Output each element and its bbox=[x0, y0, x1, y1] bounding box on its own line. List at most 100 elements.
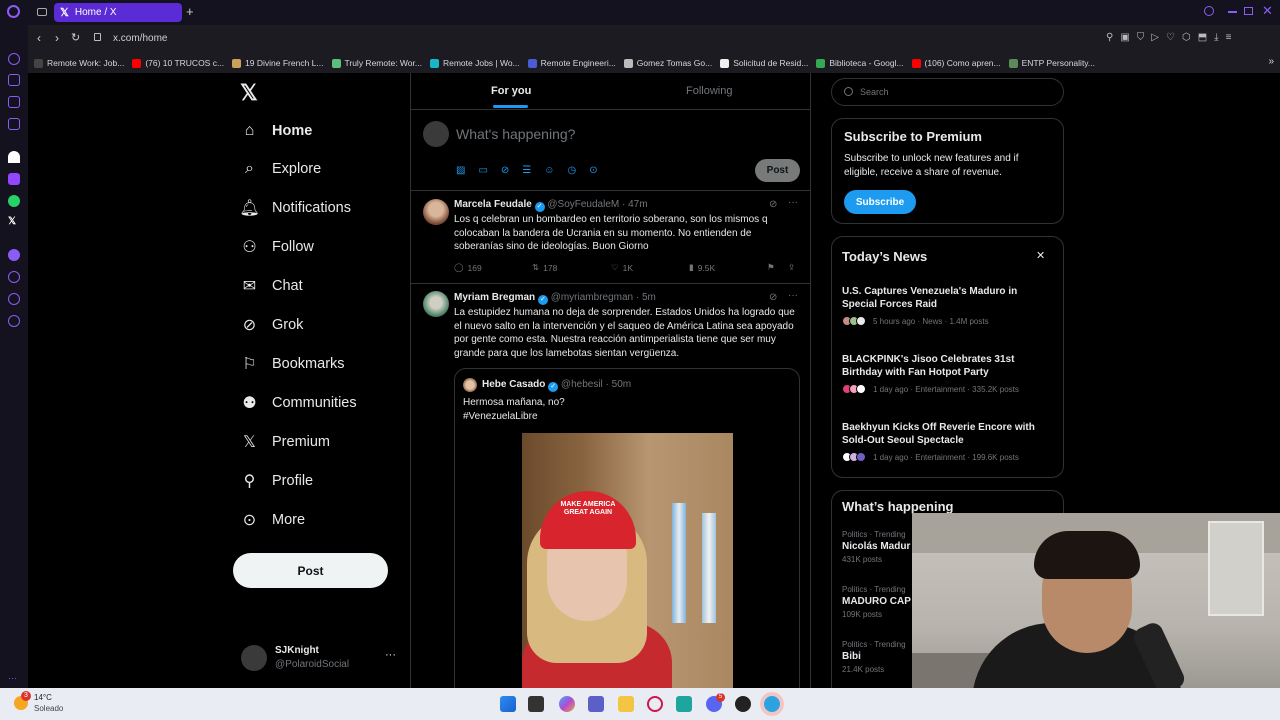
bookmark-item[interactable]: Remote Jobs | Wo... bbox=[429, 58, 520, 68]
nav-item-notifications[interactable]: 🔔︎ Notifications bbox=[239, 200, 351, 217]
nav-item-follow[interactable]: ⚇ Follow bbox=[241, 239, 314, 256]
location-icon[interactable]: ⊙ bbox=[589, 165, 597, 176]
play-icon[interactable]: ▷ bbox=[1151, 32, 1159, 43]
hashtag-link[interactable]: #VenezuelaLibre bbox=[463, 410, 538, 424]
repost-button[interactable]: ⇅ 178 bbox=[532, 262, 557, 273]
sidebar-history-icon[interactable] bbox=[8, 271, 20, 283]
sidebar-mail-icon[interactable] bbox=[8, 118, 20, 130]
search-input[interactable]: Search bbox=[860, 87, 889, 97]
news-item[interactable]: BLACKPINK's Jisoo Celebrates 31st Birthd… bbox=[842, 353, 1054, 394]
screenshot-icon[interactable]: ▣ bbox=[1120, 32, 1129, 43]
tweet-handle[interactable]: @myriambregman bbox=[551, 292, 633, 303]
back-icon[interactable]: ‹ bbox=[37, 31, 41, 45]
news-item[interactable]: Baekhyun Kicks Off Reverie Encore with S… bbox=[842, 421, 1054, 462]
copilot-icon[interactable] bbox=[559, 696, 575, 712]
sidebar-player-icon[interactable] bbox=[8, 249, 20, 261]
composer-post-button[interactable]: Post bbox=[755, 159, 800, 182]
tweet-handle[interactable]: @SoyFeudaleM bbox=[547, 199, 619, 210]
bookmark-item[interactable]: Solicitud de Resid... bbox=[720, 58, 808, 68]
tweet-author-name[interactable]: Myriam Bregman bbox=[454, 292, 535, 303]
emoji-icon[interactable]: ☺ bbox=[544, 165, 554, 176]
bookmark-item[interactable]: (106) Como apren... bbox=[911, 58, 1001, 68]
close-icon[interactable]: ✕ bbox=[1036, 249, 1045, 262]
opera-icon[interactable] bbox=[647, 696, 663, 712]
bookmark-item[interactable]: 19 Divine French L... bbox=[232, 58, 324, 68]
tab-home[interactable]: 𝕏 Home / X bbox=[54, 3, 182, 22]
account-switcher[interactable]: SJKnight @PolaroidSocial ··· bbox=[241, 643, 401, 675]
sidebar-arc-icon[interactable] bbox=[8, 151, 20, 163]
bookmarks-overflow-icon[interactable]: » bbox=[1268, 56, 1274, 67]
bookmark-item[interactable]: Remote Work: Job... bbox=[34, 58, 124, 68]
sidebar-settings-icon[interactable] bbox=[8, 315, 20, 327]
tweet[interactable]: Myriam Bregman ✓ @myriambregman · 5m ⊘ ·… bbox=[411, 284, 810, 688]
search-box[interactable]: Search bbox=[831, 78, 1064, 106]
sidebar-more-icon[interactable]: ··· bbox=[8, 673, 20, 685]
bookmark-item[interactable]: Gomez Tomas Go... bbox=[623, 58, 712, 68]
sidebar-twitch-icon[interactable] bbox=[8, 173, 20, 185]
heart-icon[interactable]: ♡ bbox=[1166, 32, 1175, 43]
sidebar-aria-icon[interactable] bbox=[8, 74, 20, 86]
teams-icon[interactable] bbox=[588, 696, 604, 712]
nav-item-chat[interactable]: ✉ Chat bbox=[241, 278, 303, 295]
nav-item-communities[interactable]: ⚉ Communities bbox=[241, 394, 356, 412]
shield-icon[interactable]: ⛉ bbox=[1137, 32, 1145, 43]
pin-icon[interactable]: ⚲ bbox=[1106, 32, 1113, 43]
tweet-time[interactable]: · 47m bbox=[622, 199, 648, 210]
nav-item-bookmarks[interactable]: ⚐ Bookmarks bbox=[241, 355, 344, 373]
nav-item-profile[interactable]: ⚲ Profile bbox=[241, 472, 313, 490]
task-view-icon[interactable] bbox=[528, 696, 544, 712]
url-field[interactable]: x.com/home bbox=[113, 33, 167, 44]
tweet-more-icon[interactable]: ··· bbox=[788, 197, 798, 208]
sidebar-news-icon[interactable] bbox=[8, 96, 20, 108]
opera-logo-icon[interactable] bbox=[7, 5, 20, 18]
sidebar-x-icon[interactable]: 𝕏 bbox=[8, 216, 20, 228]
poll-icon[interactable]: ☰ bbox=[522, 165, 531, 176]
tweet-more-icon[interactable]: ··· bbox=[788, 290, 798, 301]
file-explorer-icon[interactable] bbox=[618, 696, 634, 712]
tweet-author-name[interactable]: Marcela Feudale bbox=[454, 199, 532, 210]
nav-item-explore[interactable]: ⌕ Explore bbox=[241, 160, 321, 178]
bookmark-item[interactable]: (76) 10 TRUCOS c... bbox=[132, 58, 224, 68]
grok-explain-icon[interactable]: ⊘ bbox=[769, 199, 777, 210]
sidebar-ai-icon[interactable] bbox=[8, 53, 20, 65]
quoted-tweet[interactable]: Hebe Casado ✓ @hebesil · 50m Hermosa mañ… bbox=[454, 368, 800, 688]
minimize-icon[interactable] bbox=[1228, 11, 1237, 13]
maximize-icon[interactable] bbox=[1244, 7, 1253, 15]
start-icon[interactable] bbox=[500, 696, 516, 712]
views-button[interactable]: ▮ 9.5K bbox=[689, 262, 715, 273]
extensions-icon[interactable]: ⬡ bbox=[1182, 32, 1191, 43]
box-icon[interactable]: ⬒ bbox=[1198, 32, 1207, 43]
search-tabs-icon[interactable] bbox=[1204, 6, 1214, 16]
bookmark-item[interactable]: ENTP Personality... bbox=[1008, 58, 1095, 68]
nav-item-premium[interactable]: 𝕏 Premium bbox=[241, 433, 330, 451]
grok-explain-icon[interactable]: ⊘ bbox=[769, 292, 777, 303]
quote-photo[interactable]: MAKE AMERICA GREAT AGAIN bbox=[522, 433, 733, 688]
menu-icon[interactable]: ≡ bbox=[1226, 32, 1232, 43]
weather-temp[interactable]: 14°C bbox=[34, 693, 52, 702]
notepad-icon[interactable] bbox=[676, 696, 692, 712]
composer-input[interactable]: What's happening? bbox=[456, 126, 575, 142]
reply-button[interactable]: ◯ 169 bbox=[454, 262, 482, 273]
tab-following[interactable]: Following bbox=[686, 85, 732, 97]
account-more-icon[interactable]: ··· bbox=[385, 649, 396, 661]
x-logo-icon[interactable]: 𝕏 bbox=[240, 80, 258, 106]
nav-item-more[interactable]: ⊙ More bbox=[241, 511, 305, 529]
tweet-time[interactable]: · 5m bbox=[636, 292, 656, 303]
nav-item-grok[interactable]: ⊘ Grok bbox=[241, 317, 304, 334]
download-icon[interactable]: ⤓ bbox=[1214, 32, 1218, 43]
sidebar-whatsapp-icon[interactable] bbox=[8, 195, 20, 207]
post-button[interactable]: Post bbox=[233, 553, 388, 588]
like-button[interactable]: ♡ 1K bbox=[611, 262, 633, 273]
news-item[interactable]: U.S. Captures Venezuela's Maduro in Spec… bbox=[842, 285, 1054, 326]
sidebar-extensions-icon[interactable] bbox=[8, 293, 20, 305]
close-window-icon[interactable]: ✕ bbox=[1262, 3, 1273, 19]
reload-icon[interactable]: ↻ bbox=[71, 31, 80, 44]
gif-icon[interactable]: ▭ bbox=[478, 165, 487, 176]
grok-compose-icon[interactable]: ⊘ bbox=[501, 165, 509, 176]
nav-item-home[interactable]: ⌂ Home bbox=[241, 122, 313, 139]
tweet[interactable]: Marcela Feudale ✓ @SoyFeudaleM · 47m ⊘ ·… bbox=[411, 191, 810, 283]
media-icon[interactable]: ▨ bbox=[456, 165, 465, 176]
subscribe-button[interactable]: Subscribe bbox=[844, 190, 916, 214]
bookmark-item[interactable]: Biblioteca - Googl... bbox=[816, 58, 904, 68]
forward-icon[interactable]: › bbox=[55, 31, 59, 45]
